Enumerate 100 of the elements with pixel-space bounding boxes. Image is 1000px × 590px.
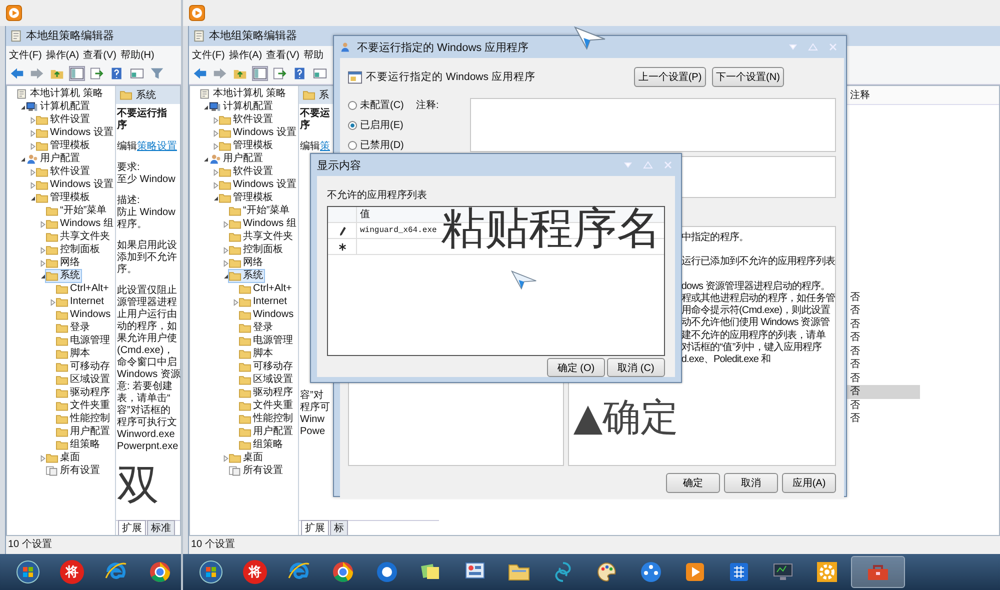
menu-item[interactable]: 文件(F): [192, 48, 225, 62]
menu-item[interactable]: 操作(A): [46, 48, 80, 62]
collapsed-arrow-icon[interactable]: [212, 182, 218, 189]
tree-item[interactable]: Windows 设置: [36, 179, 114, 192]
tree-item[interactable]: “开始”菜单: [229, 205, 291, 218]
play-app-icon[interactable]: [189, 5, 205, 21]
comment-field[interactable]: [470, 98, 836, 152]
back-arrow-icon[interactable]: [193, 67, 207, 80]
column-header[interactable]: 值: [357, 207, 370, 222]
tree-item[interactable]: “开始”菜单: [46, 205, 108, 218]
tree-item[interactable]: Windows 设置: [219, 179, 298, 192]
view-tab[interactable]: 标: [330, 520, 348, 535]
collapsed-arrow-icon[interactable]: [212, 142, 218, 150]
tree-item[interactable]: Internet: [56, 296, 105, 308]
tree-item[interactable]: 计算机配置: [26, 101, 91, 114]
tree-item[interactable]: 计算机配置: [209, 101, 274, 114]
tree-item[interactable]: 文件夹重: [239, 400, 294, 412]
folder-up-icon[interactable]: [233, 67, 247, 80]
tree-item[interactable]: 区域设置: [239, 374, 294, 386]
tree-item[interactable]: 软件设置: [36, 114, 91, 126]
collapsed-arrow-icon[interactable]: [30, 116, 36, 124]
tree-item[interactable]: Windows 设置: [219, 127, 298, 140]
tree-item[interactable]: 控制面板: [229, 244, 284, 256]
tree-item[interactable]: Windows 组: [229, 218, 298, 230]
collapsed-arrow-icon[interactable]: [40, 220, 46, 228]
tree-item[interactable]: 桌面: [229, 452, 264, 464]
tree-item[interactable]: 脚本: [239, 348, 274, 360]
view-icon[interactable]: [130, 67, 144, 80]
menu-item[interactable]: 操作(A): [228, 48, 262, 62]
dialog-button[interactable]: 取消 (C): [607, 358, 665, 377]
expanded-arrow-icon[interactable]: [212, 194, 218, 202]
tree-item[interactable]: 脚本: [56, 348, 91, 360]
tree-item[interactable]: 桌面: [46, 452, 81, 464]
tree-item[interactable]: 管理模板: [36, 140, 91, 152]
expanded-arrow-icon[interactable]: [222, 272, 228, 280]
tree-item[interactable]: 用户配置: [239, 426, 294, 438]
export-icon[interactable]: [273, 67, 287, 80]
tree-item[interactable]: 控制面板: [46, 244, 101, 256]
expanded-arrow-icon[interactable]: [202, 104, 208, 111]
tree-item[interactable]: Windows: [239, 309, 295, 322]
tree-item[interactable]: 电源管理: [56, 335, 111, 348]
tree-item[interactable]: 软件设置: [219, 114, 274, 126]
tree-item[interactable]: Windows 设置: [36, 127, 114, 140]
list-row[interactable]: 否: [844, 385, 920, 399]
collapsed-arrow-icon[interactable]: [212, 168, 218, 176]
list-row[interactable]: 否: [844, 304, 920, 318]
radio-button[interactable]: [348, 140, 357, 150]
tree-item[interactable]: 用户配置: [209, 153, 264, 166]
folder-up-icon[interactable]: [50, 67, 64, 80]
collapsed-arrow-icon[interactable]: [50, 298, 56, 306]
expanded-arrow-icon[interactable]: [20, 104, 26, 111]
dialog-button[interactable]: 确定: [666, 473, 720, 493]
play-app-icon[interactable]: [6, 5, 22, 21]
policy-settings-link[interactable]: 策略设置: [137, 140, 177, 152]
list-row[interactable]: 否: [844, 398, 920, 412]
menu-item[interactable]: 查看(V): [266, 48, 300, 62]
tree-item[interactable]: Windows 组: [46, 218, 114, 230]
list-row[interactable]: 否: [844, 331, 920, 345]
collapsed-arrow-icon[interactable]: [222, 220, 228, 228]
view-tab[interactable]: 标准: [147, 520, 175, 535]
expanded-arrow-icon[interactable]: [202, 156, 208, 163]
list-row[interactable]: 否: [844, 318, 920, 332]
forward-arrow-icon[interactable]: [213, 67, 227, 80]
radio-button[interactable]: [348, 100, 357, 110]
tree-item[interactable]: 系统: [46, 270, 81, 282]
collapsed-arrow-icon[interactable]: [222, 246, 228, 254]
expanded-arrow-icon[interactable]: [20, 156, 26, 163]
tree-item[interactable]: 性能控制: [239, 413, 294, 426]
collapsed-arrow-icon[interactable]: [40, 246, 46, 254]
tree-item[interactable]: 性能控制: [56, 413, 111, 426]
tree-item[interactable]: Windows: [56, 309, 112, 322]
panel-icon[interactable]: [253, 67, 267, 80]
taskbar-button[interactable]: 将: [52, 556, 92, 588]
nav-button[interactable]: 下一个设置(N): [712, 67, 784, 87]
radio-option[interactable]: 未配置(C): [348, 98, 416, 112]
dialog-button[interactable]: 应用(A): [782, 473, 836, 493]
tree-item[interactable]: 驱动程序: [56, 387, 111, 400]
expanded-arrow-icon[interactable]: [30, 194, 36, 202]
radio-option[interactable]: 已禁用(D): [348, 138, 416, 152]
tree-item[interactable]: Internet: [239, 296, 288, 308]
view-tab[interactable]: 扩展: [301, 520, 329, 535]
radio-option[interactable]: 已启用(E): [348, 118, 416, 132]
panel-icon[interactable]: [70, 67, 84, 80]
help-icon[interactable]: [293, 67, 307, 80]
list-row[interactable]: 否: [844, 344, 920, 358]
tree-item[interactable]: 区域设置: [56, 374, 111, 386]
tree-item[interactable]: 共享文件夹: [229, 231, 294, 244]
tree-item[interactable]: 软件设置: [219, 166, 274, 178]
tree-item[interactable]: 组策略: [239, 439, 284, 452]
collapsed-arrow-icon[interactable]: [212, 130, 218, 137]
tree-item[interactable]: Ctrl+Alt+: [239, 283, 293, 296]
filter-icon[interactable]: [150, 67, 164, 80]
tree-item[interactable]: 管理模板: [219, 140, 274, 152]
tree-item[interactable]: 用户配置: [26, 153, 81, 166]
tree-item[interactable]: 文件夹重: [56, 400, 111, 412]
tree-item[interactable]: 所有设置: [229, 465, 284, 478]
menu-item[interactable]: 文件(F): [9, 48, 42, 62]
tree-item[interactable]: 本地计算机 策略: [16, 88, 104, 100]
help-icon[interactable]: [110, 67, 124, 80]
tree-item[interactable]: 电源管理: [239, 335, 294, 348]
